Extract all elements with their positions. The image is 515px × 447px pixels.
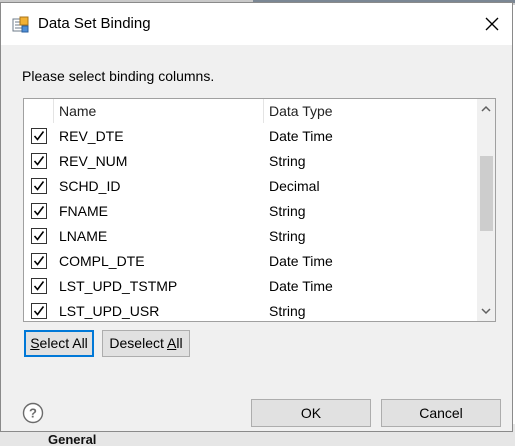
data-type-cell: String bbox=[269, 228, 306, 244]
column-name-cell: LNAME bbox=[59, 228, 108, 244]
row-checkbox[interactable] bbox=[31, 253, 47, 269]
column-name-cell: FNAME bbox=[59, 203, 108, 219]
checkmark-icon bbox=[33, 131, 45, 141]
row-checkbox[interactable] bbox=[31, 203, 47, 219]
table-row[interactable]: LST_UPD_USR String bbox=[24, 299, 478, 321]
cancel-button[interactable]: Cancel bbox=[381, 399, 501, 427]
select-all-button[interactable]: Select All bbox=[24, 330, 94, 357]
checkmark-icon bbox=[33, 156, 45, 166]
data-set-binding-icon bbox=[12, 16, 29, 33]
data-set-binding-dialog: Data Set Binding Please select binding c… bbox=[0, 2, 513, 432]
table-row[interactable]: REV_NUM String bbox=[24, 149, 478, 174]
column-header-name[interactable]: Name bbox=[59, 99, 96, 123]
vertical-scrollbar[interactable] bbox=[477, 99, 495, 321]
column-name-cell: COMPL_DTE bbox=[59, 253, 145, 269]
background-general-label: General bbox=[48, 432, 97, 447]
data-type-cell: String bbox=[269, 303, 306, 319]
row-checkbox[interactable] bbox=[31, 153, 47, 169]
row-checkbox[interactable] bbox=[31, 278, 47, 294]
svg-text:?: ? bbox=[29, 406, 37, 421]
table-row[interactable]: LST_UPD_TSTMP Date Time bbox=[24, 274, 478, 299]
header-separator bbox=[53, 99, 54, 123]
instruction-label: Please select binding columns. bbox=[22, 68, 215, 84]
deselect-all-mnemonic: A bbox=[167, 335, 177, 351]
checkmark-icon bbox=[33, 231, 45, 241]
deselect-all-button[interactable]: Deselect All bbox=[102, 330, 190, 357]
ok-button[interactable]: OK bbox=[251, 399, 371, 427]
row-checkbox[interactable] bbox=[31, 228, 47, 244]
column-name-cell: REV_DTE bbox=[59, 128, 124, 144]
data-type-cell: String bbox=[269, 153, 306, 169]
table-rows: REV_DTE Date Time REV_NUM String SCHD_ID… bbox=[24, 124, 478, 321]
deselect-all-label-rest: ll bbox=[176, 335, 183, 351]
table-row[interactable]: FNAME String bbox=[24, 199, 478, 224]
column-name-cell: LST_UPD_TSTMP bbox=[59, 278, 178, 294]
column-name-cell: REV_NUM bbox=[59, 153, 128, 169]
data-type-cell: Date Time bbox=[269, 253, 333, 269]
close-icon[interactable] bbox=[482, 14, 502, 34]
checkmark-icon bbox=[33, 281, 45, 291]
row-checkbox[interactable] bbox=[31, 303, 47, 319]
row-checkbox[interactable] bbox=[31, 128, 47, 144]
binding-columns-table[interactable]: Name Data Type REV_DTE Date Time REV_NUM… bbox=[23, 98, 496, 322]
dialog-title: Data Set Binding bbox=[38, 15, 151, 32]
table-row[interactable]: COMPL_DTE Date Time bbox=[24, 249, 478, 274]
select-all-label: elect All bbox=[39, 335, 88, 351]
data-type-cell: String bbox=[269, 203, 306, 219]
checkmark-icon bbox=[33, 256, 45, 266]
title-bar: Data Set Binding bbox=[1, 3, 512, 45]
table-row[interactable]: SCHD_ID Decimal bbox=[24, 174, 478, 199]
table-row[interactable]: REV_DTE Date Time bbox=[24, 124, 478, 149]
checkmark-icon bbox=[33, 306, 45, 316]
select-all-mnemonic: S bbox=[30, 335, 40, 351]
column-name-cell: SCHD_ID bbox=[59, 178, 121, 194]
help-icon[interactable]: ? bbox=[22, 402, 44, 424]
chevron-up-icon[interactable] bbox=[477, 99, 495, 119]
row-checkbox[interactable] bbox=[31, 178, 47, 194]
checkmark-icon bbox=[33, 206, 45, 216]
table-header: Name Data Type bbox=[24, 99, 478, 123]
column-header-data-type[interactable]: Data Type bbox=[269, 99, 333, 123]
header-separator bbox=[263, 99, 264, 123]
checkmark-icon bbox=[33, 181, 45, 191]
column-name-cell: LST_UPD_USR bbox=[59, 303, 160, 319]
data-type-cell: Decimal bbox=[269, 178, 320, 194]
data-type-cell: Date Time bbox=[269, 278, 333, 294]
table-row[interactable]: LNAME String bbox=[24, 224, 478, 249]
scrollbar-thumb[interactable] bbox=[480, 156, 493, 231]
data-type-cell: Date Time bbox=[269, 128, 333, 144]
chevron-down-icon[interactable] bbox=[477, 301, 495, 321]
deselect-all-label-prefix: Deselect bbox=[109, 335, 167, 351]
